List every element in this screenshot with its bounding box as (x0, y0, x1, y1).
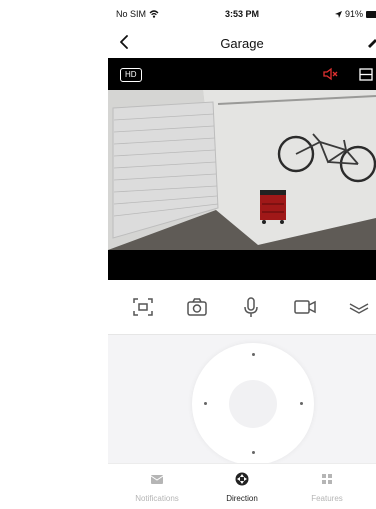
tab-label: Features (311, 494, 343, 503)
edit-icon[interactable] (366, 34, 376, 50)
video-record-icon[interactable] (292, 295, 318, 319)
camera-icon[interactable] (184, 295, 210, 319)
garage-camera-image (108, 90, 376, 250)
right-arrow-dot[interactable] (300, 402, 303, 405)
location-arrow-icon (334, 10, 342, 18)
camera-controls-bar (108, 280, 376, 335)
up-arrow-dot[interactable] (252, 353, 255, 356)
grid-icon (322, 474, 332, 484)
layout-icon[interactable] (359, 68, 373, 81)
battery-icon (366, 10, 376, 18)
status-bar: No SIM 3:53 PM 91% (108, 0, 376, 26)
tab-label: Notifications (135, 494, 179, 503)
screenshot-frame-icon[interactable] (130, 295, 156, 319)
app-screen: No SIM 3:53 PM 91% Garage HD Notificatio… (108, 0, 376, 509)
tab-direction[interactable]: Direction (197, 464, 287, 509)
bottom-tab-bar: Notifications Direction Features (108, 463, 376, 509)
envelope-icon (150, 475, 164, 484)
microphone-icon[interactable] (238, 295, 264, 319)
page-title: Garage (220, 36, 264, 51)
joystick-center[interactable] (229, 380, 277, 428)
chevron-down-icon[interactable] (346, 295, 372, 319)
left-arrow-dot[interactable] (204, 402, 207, 405)
status-right: 91% (334, 9, 376, 19)
hd-quality-button[interactable]: HD (120, 68, 142, 82)
speaker-muted-icon[interactable] (322, 67, 338, 81)
down-arrow-dot[interactable] (252, 451, 255, 454)
nav-bar: Garage (108, 26, 376, 58)
ptz-joystick[interactable] (192, 343, 314, 465)
tab-features[interactable]: Features (282, 464, 372, 509)
direction-panel (108, 335, 376, 465)
direction-icon (235, 472, 249, 486)
tab-label: Direction (226, 494, 258, 503)
tab-notifications[interactable]: Notifications (112, 464, 202, 509)
battery-percent: 91% (344, 9, 363, 19)
camera-live-view[interactable]: HD (108, 58, 376, 280)
